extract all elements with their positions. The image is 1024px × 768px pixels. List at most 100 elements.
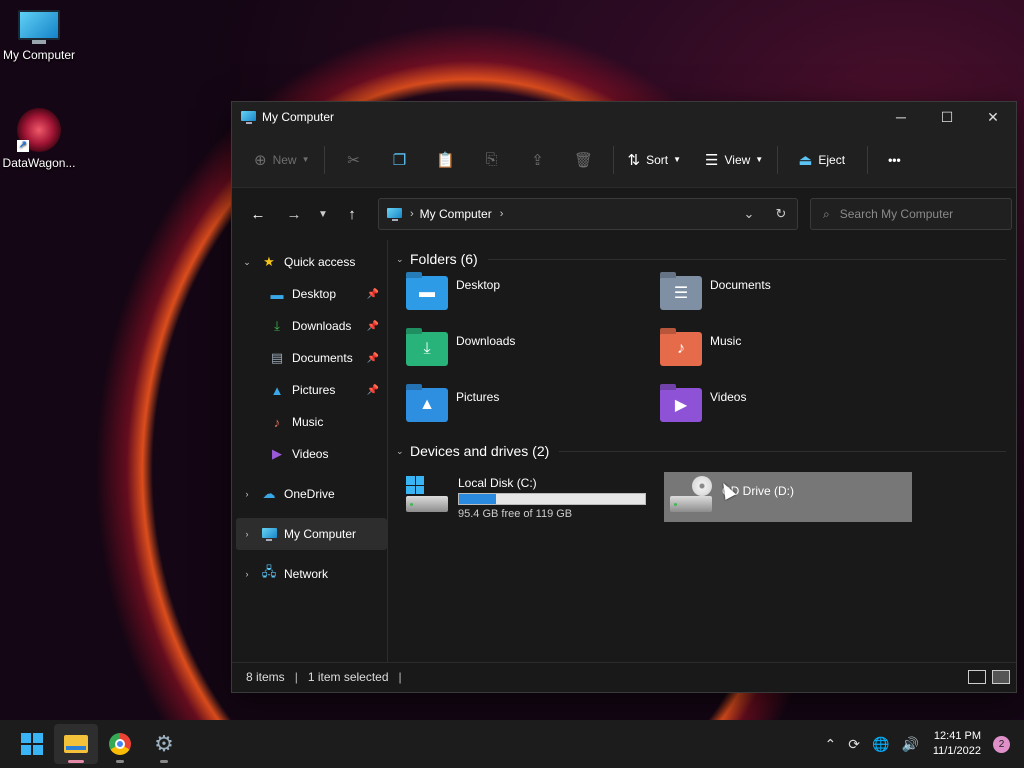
folder-documents[interactable]: ☰ Documents	[660, 272, 914, 328]
chevron-down-icon: ⌄	[743, 206, 755, 221]
sort-button[interactable]: ⇅ Sort ▼	[620, 144, 690, 176]
drive-local-disk-c[interactable]: Local Disk (C:) 95.4 GB free of 119 GB	[406, 472, 654, 522]
sidebar-item-label: Music	[292, 415, 324, 429]
chevron-down-icon: ⌄	[396, 253, 404, 264]
system-tray: ⌃ ⟳ 🌐 🔊 12:41 PM 11/1/2022 2	[813, 729, 1024, 759]
folder-label: Pictures	[456, 390, 500, 404]
sidebar-item-desktop[interactable]: ▬ Desktop 📌	[236, 278, 387, 310]
clipboard-icon: 📋	[436, 151, 455, 169]
running-indicator	[116, 760, 124, 763]
item-count: 8 items	[246, 669, 285, 684]
pin-icon[interactable]: 📌	[367, 321, 379, 332]
maximize-button[interactable]: ☐	[924, 102, 970, 132]
minimize-button[interactable]: ─	[878, 102, 924, 132]
delete-button[interactable]: 🗑	[561, 144, 607, 176]
paste-button[interactable]: 📋	[423, 144, 469, 176]
view-list-icon: ☰	[705, 151, 719, 169]
sidebar-item-pictures[interactable]: ▲ Pictures 📌	[236, 374, 387, 406]
refresh-button[interactable]: ↻	[765, 206, 797, 222]
desktop-icon-datawagon[interactable]: ↗ DataWagon...	[1, 108, 77, 170]
chevron-right-icon[interactable]: ›	[236, 569, 258, 579]
chevron-down-icon[interactable]: ⌄	[236, 257, 258, 268]
cut-button[interactable]: ✂	[331, 144, 377, 176]
share-icon: ⇪	[531, 151, 544, 169]
recent-locations-button[interactable]: ▼	[310, 198, 336, 230]
sidebar-item-my-computer[interactable]: › My Computer	[236, 518, 387, 550]
document-icon: ▤	[270, 350, 284, 365]
title-bar[interactable]: My Computer ─ ☐ ✕	[232, 102, 1016, 132]
windows-logo-icon	[21, 733, 43, 755]
chevron-down-icon: ▼	[318, 208, 328, 220]
sidebar-item-downloads[interactable]: ⤓ Downloads 📌	[236, 310, 387, 342]
desktop-icon-label: DataWagon...	[2, 156, 76, 170]
sidebar-item-label: Documents	[292, 351, 353, 365]
speaker-icon[interactable]: 🔊	[901, 736, 918, 753]
chevron-right-icon[interactable]: ›	[236, 489, 258, 499]
pin-icon[interactable]: 📌	[367, 385, 379, 396]
chevron-up-icon[interactable]: ⌃	[825, 736, 837, 753]
documents-folder-icon: ☰	[660, 276, 702, 310]
notification-badge[interactable]: 2	[993, 735, 1010, 753]
search-input[interactable]	[839, 207, 1000, 221]
tiles-view-button[interactable]	[992, 669, 1010, 684]
sidebar-item-quick-access[interactable]: ⌄ ★ Quick access	[236, 246, 387, 278]
sidebar-item-documents[interactable]: ▤ Documents 📌	[236, 342, 387, 374]
address-dropdown-button[interactable]: ⌄	[733, 206, 765, 222]
sidebar-item-music[interactable]: ♪ Music	[236, 406, 387, 438]
details-view-button[interactable]	[968, 669, 986, 684]
globe-icon[interactable]: 🌐	[872, 736, 889, 753]
back-button[interactable]: ←	[242, 198, 274, 230]
folder-videos[interactable]: ▶ Videos	[660, 384, 914, 440]
pin-icon[interactable]: 📌	[367, 353, 379, 364]
sort-icon: ⇅	[627, 151, 641, 169]
hard-drive-icon	[406, 476, 450, 514]
start-button[interactable]	[10, 724, 54, 764]
sidebar-item-network[interactable]: › 🖧 Network	[236, 558, 387, 590]
navigation-bar: ← → ▼ ↑ › My Computer › ⌄ ↻ ⌕	[232, 188, 1016, 240]
folder-downloads[interactable]: ⤓ Downloads	[406, 328, 660, 384]
shortcut-arrow-icon: ↗	[17, 140, 29, 152]
more-options-button[interactable]: •••	[880, 144, 909, 176]
command-bar: ⊕ New ▼ ✂ ❐ 📋 ⎘ ⇪ 🗑 ⇅ Sort ▼ ☰ View ▼ ⏏ …	[232, 132, 1016, 188]
rename-button[interactable]: ⎘	[469, 144, 515, 176]
breadcrumb-my-computer[interactable]: My Computer	[420, 207, 492, 221]
group-header-label: Folders (6)	[410, 251, 478, 267]
drive-cd-d[interactable]: CD Drive (D:)	[664, 472, 912, 522]
chevron-right-icon[interactable]: ›	[500, 208, 504, 220]
taskbar-chrome[interactable]	[98, 724, 142, 764]
taskbar-settings[interactable]: ⚙	[142, 724, 186, 764]
clock[interactable]: 12:41 PM 11/1/2022	[933, 729, 981, 759]
more-icon: •••	[888, 152, 901, 167]
new-button[interactable]: ⊕ New ▼	[246, 144, 318, 176]
group-header-devices[interactable]: ⌄ Devices and drives (2)	[396, 438, 1016, 464]
search-box[interactable]: ⌕	[810, 198, 1012, 230]
forward-button[interactable]: →	[278, 198, 310, 230]
sync-icon[interactable]: ⟳	[848, 736, 860, 753]
view-button[interactable]: ☰ View ▼	[697, 144, 771, 176]
sidebar-item-videos[interactable]: ▶ Videos	[236, 438, 387, 470]
desktop-icon-label: My Computer	[2, 48, 76, 62]
share-button[interactable]: ⇪	[515, 144, 561, 176]
desktop-icon-my-computer[interactable]: My Computer	[1, 10, 77, 62]
divider	[559, 450, 1006, 452]
group-header-folders[interactable]: ⌄ Folders (6)	[396, 246, 1016, 272]
eject-button[interactable]: ⏏ Eject	[790, 144, 853, 176]
address-bar[interactable]: › My Computer › ⌄ ↻	[378, 198, 798, 230]
close-button[interactable]: ✕	[970, 102, 1016, 132]
monitor-icon	[387, 207, 402, 221]
cd-drive-icon	[670, 476, 714, 514]
folder-pictures[interactable]: ▲ Pictures	[406, 384, 660, 440]
selection-count: 1 item selected	[307, 669, 389, 684]
copy-button[interactable]: ❐	[377, 144, 423, 176]
taskbar-file-explorer[interactable]	[54, 724, 98, 764]
folder-desktop[interactable]: ▬ Desktop	[406, 272, 660, 328]
navigation-pane: ⌄ ★ Quick access ▬ Desktop 📌 ⤓ Downloads…	[232, 240, 388, 662]
sidebar-item-onedrive[interactable]: › ☁ OneDrive	[236, 478, 387, 510]
chevron-right-icon[interactable]: ›	[236, 529, 258, 539]
folder-music[interactable]: ♪ Music	[660, 328, 914, 384]
pin-icon[interactable]: 📌	[367, 289, 379, 300]
arrow-up-icon: ↑	[348, 205, 356, 223]
up-button[interactable]: ↑	[336, 198, 368, 230]
sidebar-item-label: My Computer	[284, 527, 357, 541]
datawagon-icon: ↗	[17, 108, 61, 152]
